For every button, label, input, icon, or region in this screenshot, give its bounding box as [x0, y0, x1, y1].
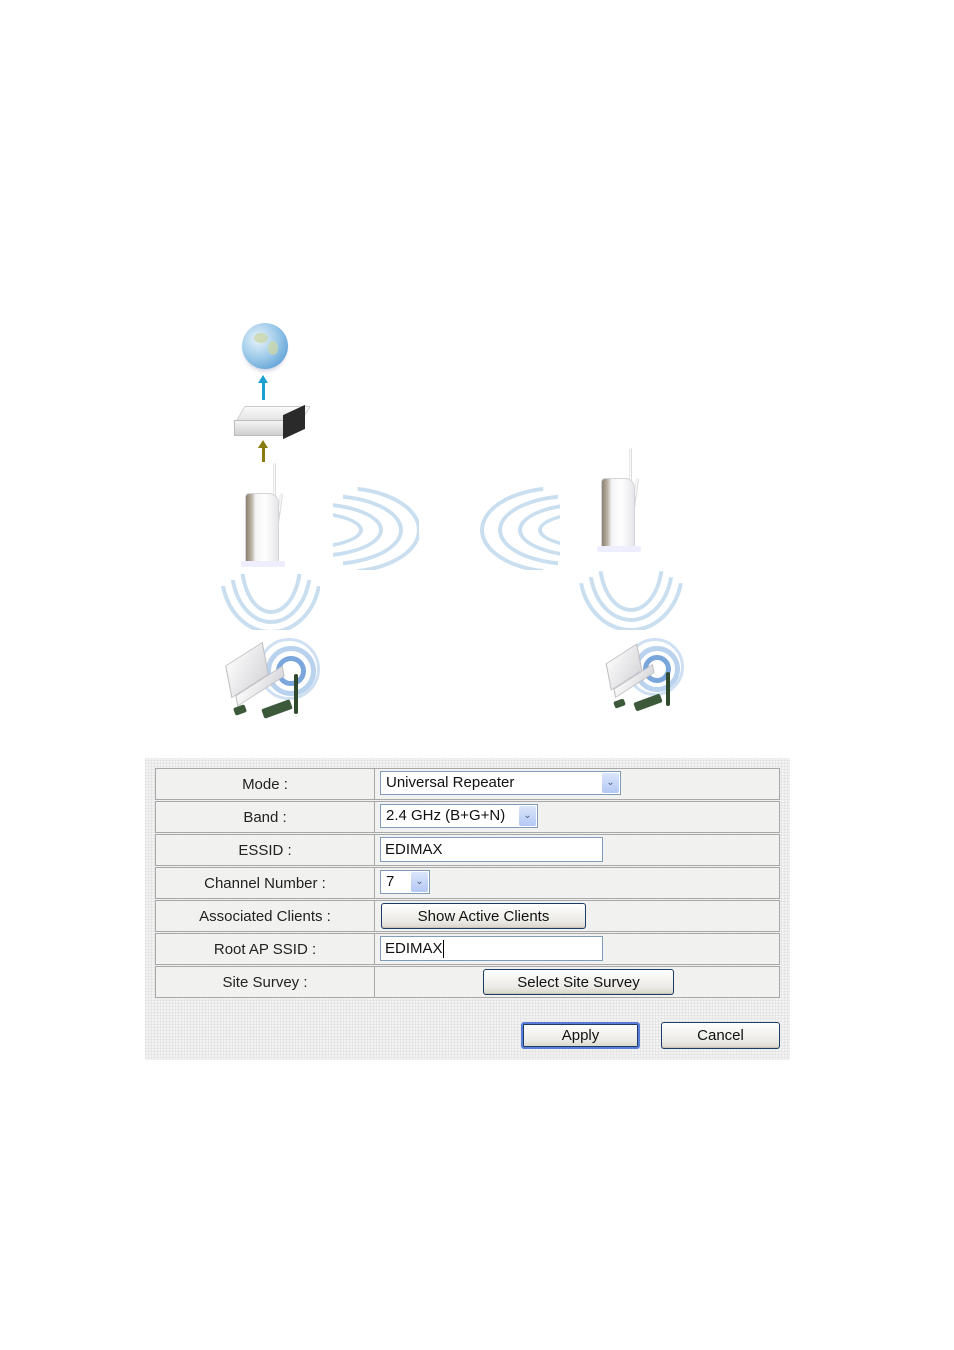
- mode-row: Mode : Universal Repeater ⌄: [155, 768, 780, 800]
- wireless-signal-icon: [578, 570, 684, 630]
- arrow-up-icon: [258, 440, 268, 463]
- internet-globe-icon: [242, 323, 288, 369]
- root-ap-ssid-row: Root AP SSID : EDIMAX: [155, 933, 780, 965]
- chevron-down-icon[interactable]: ⌄: [602, 773, 619, 793]
- mode-select[interactable]: Universal Repeater ⌄: [380, 771, 621, 795]
- associated-clients-label: Associated Clients :: [156, 901, 375, 931]
- band-value: 2.4 GHz (B+G+N): [386, 807, 506, 824]
- channel-number-select[interactable]: 7 ⌄: [380, 870, 430, 894]
- root-ap-ssid-value: EDIMAX: [385, 940, 443, 957]
- root-ap-ssid-label: Root AP SSID :: [156, 934, 375, 964]
- chevron-down-icon[interactable]: ⌄: [519, 806, 536, 826]
- site-survey-label: Site Survey :: [156, 967, 375, 997]
- channel-number-value: 7: [386, 873, 395, 890]
- associated-clients-row: Associated Clients : Show Active Clients: [155, 900, 780, 932]
- select-site-survey-button[interactable]: Select Site Survey: [483, 969, 674, 995]
- band-label: Band :: [156, 802, 375, 832]
- band-row: Band : 2.4 GHz (B+G+N) ⌄: [155, 801, 780, 833]
- band-select[interactable]: 2.4 GHz (B+G+N) ⌄: [380, 804, 538, 828]
- channel-number-label: Channel Number :: [156, 868, 375, 898]
- repeater-access-point-icon: [593, 448, 645, 558]
- arrow-up-icon: [258, 375, 268, 401]
- apply-button[interactable]: Apply: [521, 1022, 640, 1049]
- wireless-client-icon: [604, 638, 684, 718]
- text-cursor: [442, 940, 444, 959]
- modem-icon: [234, 404, 311, 440]
- wireless-client-icon: [222, 638, 320, 719]
- mode-value: Universal Repeater: [386, 774, 515, 791]
- cancel-button[interactable]: Cancel: [661, 1022, 780, 1049]
- root-access-point-icon: [237, 463, 289, 573]
- essid-input[interactable]: EDIMAX: [380, 837, 603, 862]
- mode-label: Mode :: [156, 769, 375, 799]
- wireless-signal-icon: [474, 484, 560, 570]
- wireless-settings-panel: Mode : Universal Repeater ⌄ Band : 2.4 G…: [145, 758, 790, 1060]
- essid-label: ESSID :: [156, 835, 375, 865]
- chevron-down-icon[interactable]: ⌄: [411, 872, 428, 892]
- wireless-signal-icon: [220, 574, 320, 630]
- essid-row: ESSID : EDIMAX: [155, 834, 780, 866]
- root-ap-ssid-input[interactable]: EDIMAX: [380, 936, 603, 961]
- site-survey-row: Site Survey : Select Site Survey: [155, 966, 780, 998]
- show-active-clients-button[interactable]: Show Active Clients: [381, 903, 586, 929]
- wireless-signal-icon: [333, 484, 419, 570]
- channel-number-row: Channel Number : 7 ⌄: [155, 867, 780, 899]
